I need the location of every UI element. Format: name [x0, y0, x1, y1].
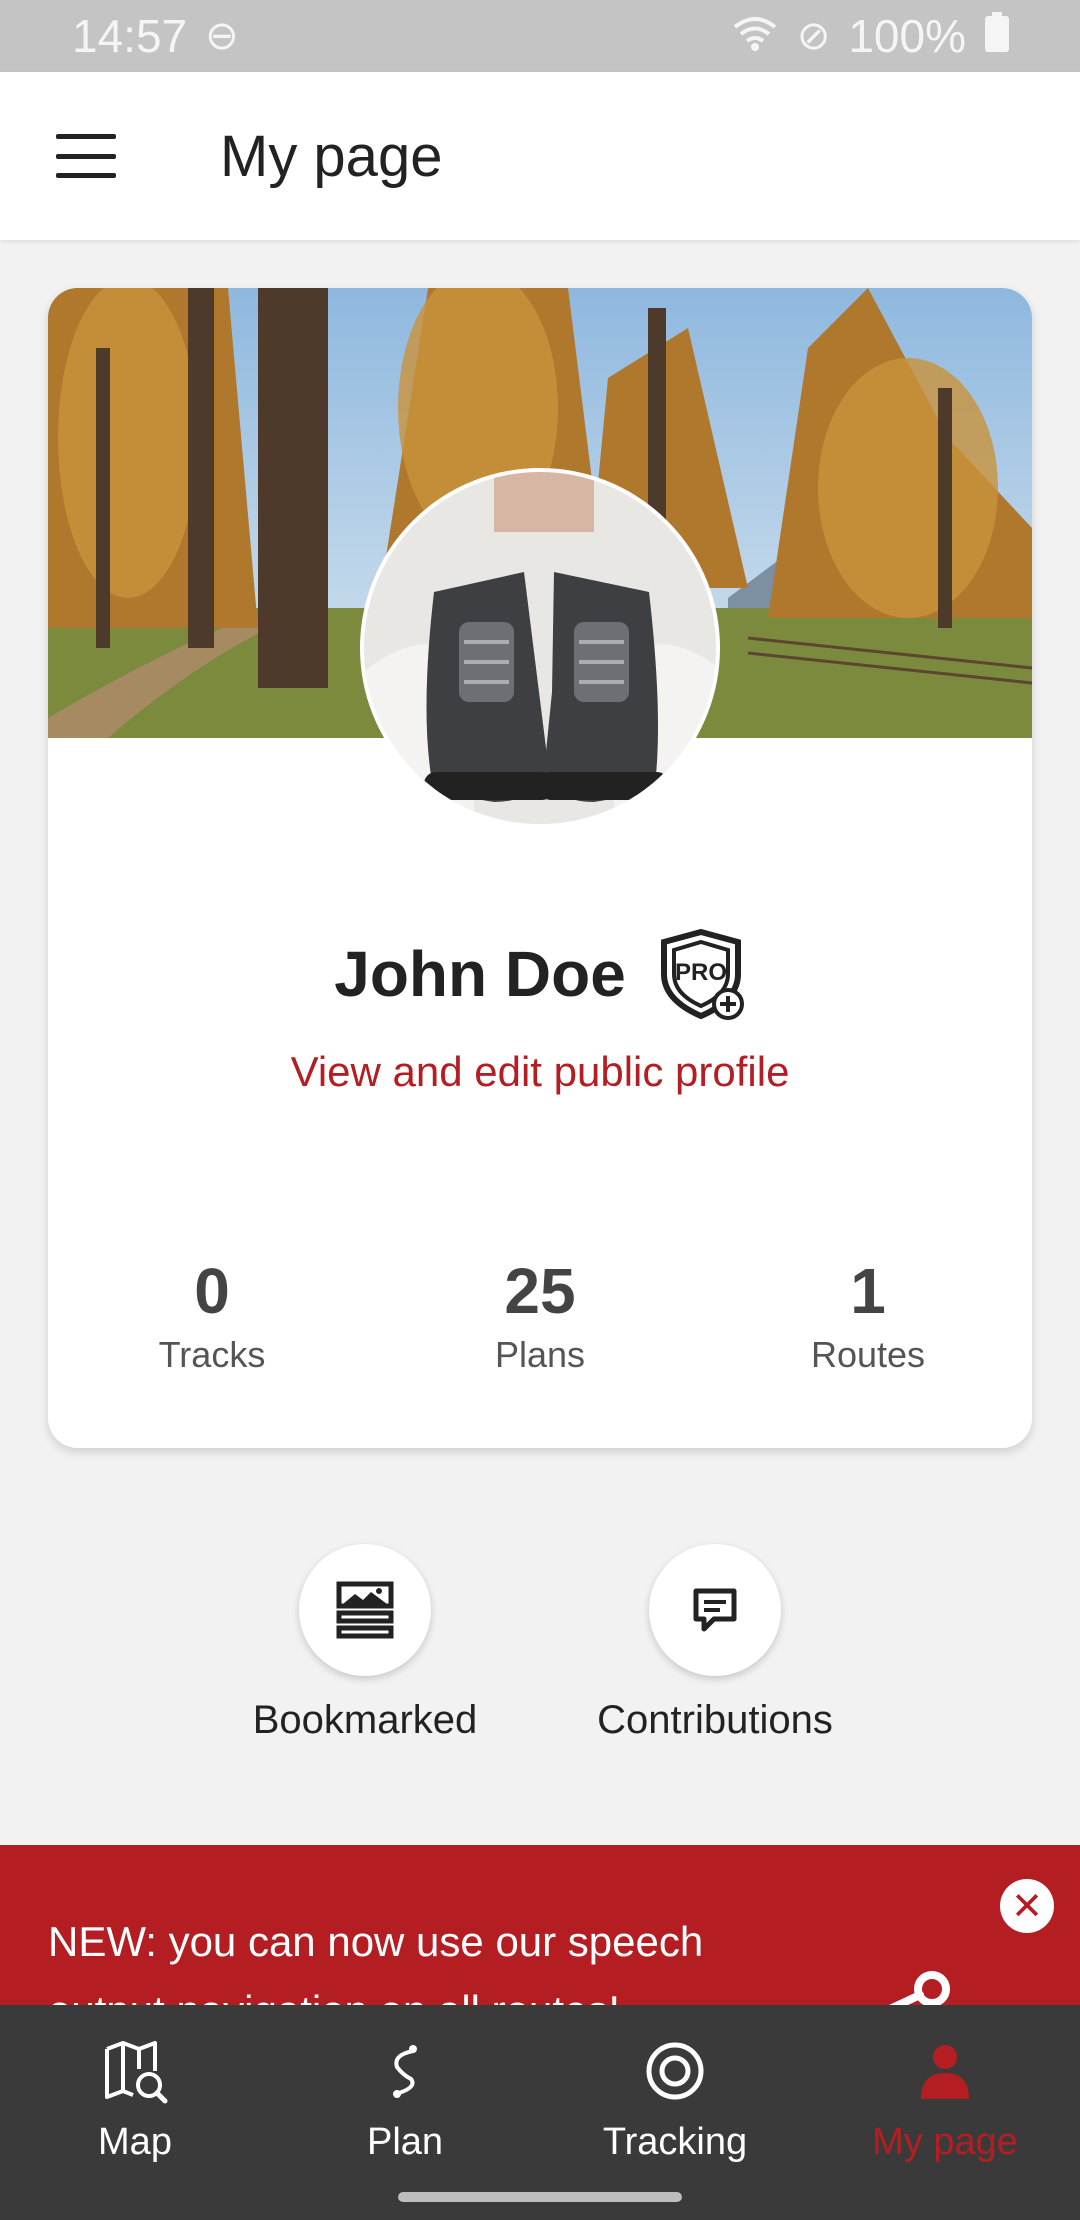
bookmarked-button[interactable]: Bookmarked [230, 1544, 500, 1743]
announcement-banner[interactable]: NEW: you can now use our speech output n… [0, 1845, 1080, 2005]
target-icon [646, 2042, 704, 2100]
user-name: John Doe [334, 938, 626, 1010]
profile-card: John Doe PRO View and edit public profil… [48, 288, 1032, 1448]
stat-tracks[interactable]: 0 Tracks [62, 1256, 362, 1376]
quick-actions: Bookmarked Contributions [0, 1544, 1080, 1743]
nav-label: My page [872, 2121, 1018, 2163]
status-bar: 14:57 ⊖ ⊘ 100% [0, 0, 1080, 72]
svg-text:PRO: PRO [675, 959, 727, 986]
stat-value: 1 [850, 1255, 886, 1327]
nav-map[interactable]: Map [0, 2035, 270, 2220]
page-title: My page [220, 123, 443, 189]
bookmarked-label: Bookmarked [252, 1698, 478, 1742]
name-row: John Doe PRO [48, 928, 1032, 1020]
contributions-button[interactable]: Contributions [580, 1544, 850, 1743]
nav-label: Map [98, 2121, 172, 2163]
banner-text: NEW: you can now use our speech output n… [48, 1918, 704, 2005]
bottom-navigation: Map Plan Tracking My page [0, 2005, 1080, 2220]
stat-plans[interactable]: 25 Plans [390, 1256, 690, 1376]
comment-icon [649, 1544, 781, 1676]
avatar[interactable] [360, 468, 720, 828]
navigation-illustration-icon [889, 1971, 950, 2005]
stat-label: Plans [494, 1334, 586, 1376]
hiking-boots-image [364, 472, 716, 824]
blocked-icon: ⊘ [796, 14, 831, 58]
bookmark-list-icon [299, 1544, 431, 1676]
contributions-label: Contributions [597, 1698, 833, 1742]
menu-icon[interactable] [56, 134, 116, 178]
status-time: 14:57 [72, 10, 188, 62]
nav-my-page[interactable]: My page [810, 2035, 1080, 2220]
nav-label: Tracking [602, 2121, 748, 2163]
stat-label: Tracks [158, 1334, 266, 1376]
stat-value: 25 [504, 1255, 576, 1327]
battery-level: 100% [848, 10, 966, 62]
person-icon [921, 2045, 969, 2099]
view-profile-link[interactable]: View and edit public profile [48, 1048, 1032, 1096]
wifi-icon [731, 13, 779, 60]
map-search-icon [105, 2041, 168, 2104]
route-plan-icon [393, 2045, 417, 2098]
close-icon[interactable]: ✕ [1000, 1879, 1054, 1933]
nav-label: Plan [366, 2121, 444, 2163]
app-bar: My page [0, 72, 1080, 240]
pro-badge-icon: PRO [660, 928, 744, 1020]
stats-row: 0 Tracks 25 Plans 1 Routes [48, 1256, 1032, 1376]
stat-label: Routes [810, 1334, 926, 1376]
home-indicator[interactable] [398, 2192, 682, 2202]
battery-icon [984, 9, 1010, 63]
do-not-disturb-icon: ⊖ [205, 14, 239, 58]
stat-routes[interactable]: 1 Routes [718, 1256, 1018, 1376]
stat-value: 0 [194, 1255, 230, 1327]
